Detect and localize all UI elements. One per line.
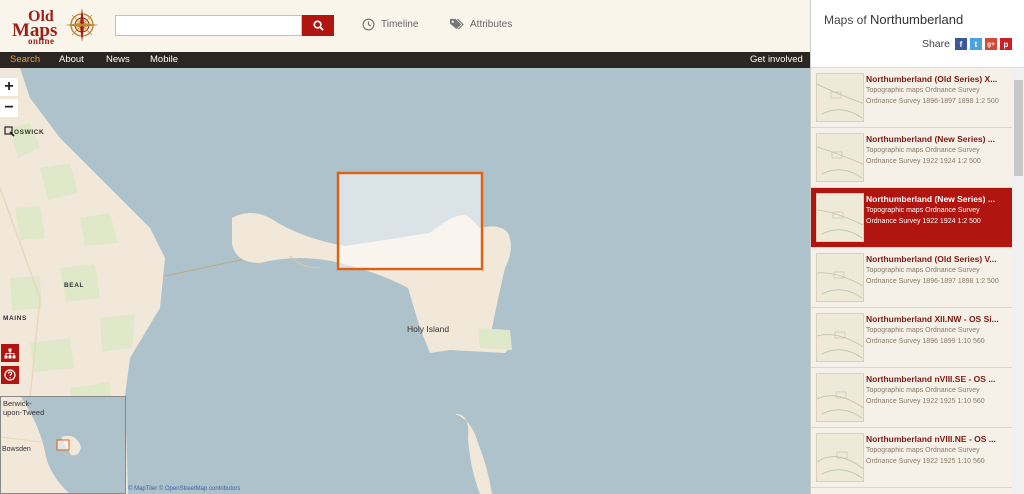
result-item-7[interactable]: Northumberland nVIII.NE - OS ... Topogra…: [811, 428, 1012, 488]
nav-get-involved[interactable]: Get involved: [750, 54, 803, 65]
result-thumbnail[interactable]: [816, 313, 864, 362]
map-attribution[interactable]: © MapTiler © OpenStreetMap contributors: [128, 486, 240, 492]
result-description: Topographic maps Ordnance Survey Ordnanc…: [866, 147, 981, 165]
timeline-link[interactable]: Timeline: [362, 18, 418, 31]
result-title[interactable]: Northumberland (New Series) ...: [866, 194, 1009, 204]
label-goswick: OSWICK: [14, 129, 45, 136]
zoom-box-icon: [3, 125, 15, 137]
search-icon: [312, 20, 324, 31]
result-description: Topographic maps Ordnance Survey Ordnanc…: [866, 387, 985, 405]
nav-news[interactable]: News: [106, 54, 130, 65]
label-beal: BEAL: [64, 282, 85, 289]
zoom-in-button[interactable]: +: [0, 78, 18, 96]
nav-search[interactable]: Search: [10, 54, 40, 65]
overview-minimap[interactable]: Berwick- upon-Tweed Bowsden: [0, 396, 126, 494]
result-thumbnail[interactable]: [816, 73, 864, 122]
result-title[interactable]: Northumberland (Old Series) X...: [866, 74, 1009, 84]
result-description: Topographic maps Ordnance Survey Ordnanc…: [866, 327, 985, 345]
result-thumbnail[interactable]: [816, 433, 864, 482]
panel-header: Maps of Northumberland Share f t g+ p: [811, 0, 1024, 68]
result-item-6[interactable]: Northumberland nVIII.SE - OS ... Topogra…: [811, 368, 1012, 428]
panel-title: Maps of Northumberland: [824, 12, 963, 27]
google-plus-icon[interactable]: g+: [985, 38, 997, 50]
panel-title-prefix: Maps of: [824, 13, 871, 27]
attributes-link[interactable]: Attributes: [449, 18, 512, 31]
result-title[interactable]: Northumberland nVIII.SE - OS ...: [866, 374, 1009, 384]
result-title[interactable]: Northumberland nVIII.NE - OS ...: [866, 434, 1009, 444]
compass-rose-icon: [65, 8, 99, 42]
results-list[interactable]: Northumberland (Old Series) X... Topogra…: [811, 68, 1024, 494]
result-title[interactable]: Northumberland (New Series) ...: [866, 134, 1009, 144]
header: Old Maps online Timeline Attributes: [0, 0, 810, 52]
twitter-icon[interactable]: t: [970, 38, 982, 50]
map-view[interactable]: + − OSWICK BEAL MAINS Holy Island Berwic…: [0, 68, 810, 494]
pinterest-icon[interactable]: p: [1000, 38, 1012, 50]
result-item-2[interactable]: Northumberland (New Series) ... Topograp…: [811, 128, 1012, 188]
help-button[interactable]: [1, 366, 19, 384]
scrollbar-thumb[interactable]: [1014, 80, 1023, 176]
logo[interactable]: Old Maps online: [10, 6, 102, 46]
timeline-label: Timeline: [381, 19, 419, 30]
result-item-5[interactable]: Northumberland XII.NW - OS Si... Topogra…: [811, 308, 1012, 368]
label-mains: MAINS: [3, 315, 27, 322]
zoom-out-button[interactable]: −: [0, 99, 18, 117]
label-holy-island: Holy Island: [407, 324, 450, 334]
search-input[interactable]: [115, 15, 302, 36]
result-item-1[interactable]: Northumberland (Old Series) X... Topogra…: [811, 68, 1012, 128]
result-thumbnail[interactable]: [816, 133, 864, 182]
share-label: Share: [921, 38, 950, 50]
search-button[interactable]: [302, 15, 334, 36]
app: Old Maps online Timeline Attributes Sear…: [0, 0, 1024, 494]
result-description: Topographic maps Ordnance Survey Ordnanc…: [866, 87, 999, 105]
result-description: Topographic maps Ordnance Survey Ordnanc…: [866, 447, 985, 465]
result-description: Topographic maps Ordnance Survey Ordnanc…: [866, 207, 981, 225]
sitemap-icon: [4, 348, 16, 358]
logo-text-online: online: [28, 36, 55, 46]
question-icon: [4, 369, 16, 381]
minimap-label-berwick: Berwick- upon-Tweed: [3, 399, 45, 417]
panel-title-place: Northumberland: [870, 12, 964, 27]
facebook-icon[interactable]: f: [955, 38, 967, 50]
result-title[interactable]: Northumberland XII.NW - OS Si...: [866, 314, 1009, 324]
attributes-label: Attributes: [470, 19, 513, 30]
result-item-3-selected[interactable]: Northumberland (New Series) ... Topograp…: [811, 188, 1012, 248]
nav-mobile[interactable]: Mobile: [150, 54, 178, 65]
results-scrollbar[interactable]: [1012, 68, 1024, 494]
result-description: Topographic maps Ordnance Survey Ordnanc…: [866, 267, 999, 285]
result-thumbnail[interactable]: [816, 193, 864, 242]
result-title[interactable]: Northumberland (Old Series) V...: [866, 254, 1009, 264]
clock-icon: [362, 18, 375, 31]
result-item-4[interactable]: Northumberland (Old Series) V... Topogra…: [811, 248, 1012, 308]
minimap-label-bowsden: Bowsden: [2, 446, 31, 453]
result-thumbnail[interactable]: [816, 373, 864, 422]
result-thumbnail[interactable]: [816, 253, 864, 302]
tags-icon: [450, 18, 464, 30]
layers-button[interactable]: [1, 344, 19, 362]
main-nav: Search About News Mobile Get involved: [0, 52, 810, 68]
share-bar: Share f t g+ p: [922, 38, 1012, 50]
nav-about[interactable]: About: [59, 54, 84, 65]
results-panel: Maps of Northumberland Share f t g+ p No…: [810, 0, 1024, 494]
